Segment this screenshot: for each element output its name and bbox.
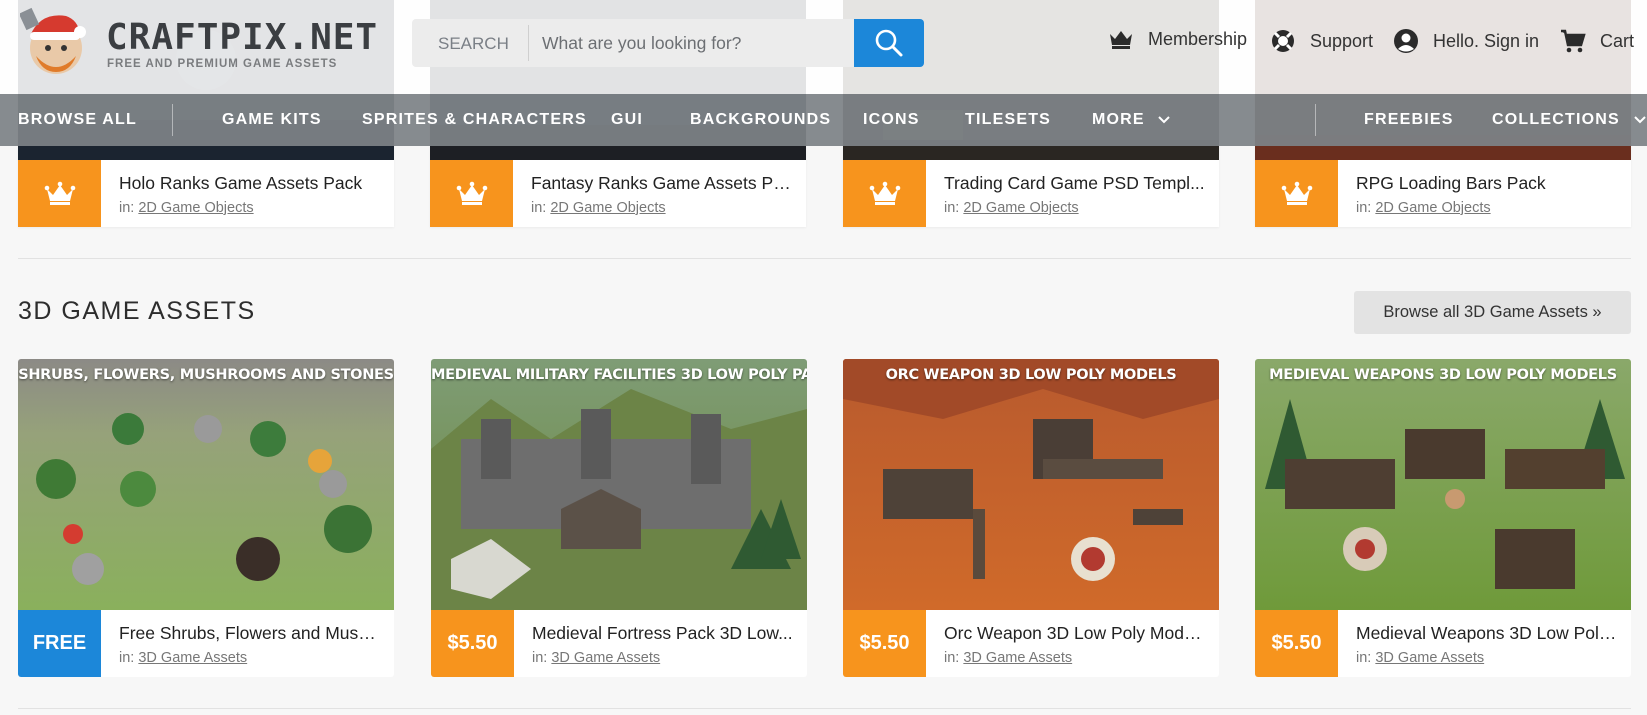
cart-icon [1560, 28, 1586, 54]
signin-label: Hello. Sign in [1433, 30, 1540, 51]
crown-icon [456, 181, 488, 207]
product-category: in: 3D Game Assets [119, 650, 248, 666]
product-thumbnail[interactable]: MEDIEVAL MILITARY FACILITIES 3D LOW POLY… [431, 359, 807, 610]
search-icon [874, 28, 904, 58]
product-title[interactable]: Holo Ranks Game Assets Pack [119, 173, 380, 194]
product-title[interactable]: Trading Card Game PSD Templ... [944, 173, 1205, 194]
premium-badge [843, 160, 926, 227]
search-label: SEARCH [438, 34, 509, 53]
nav-browse-all[interactable]: BROWSE ALL [18, 111, 137, 129]
product-card[interactable]: MEDIEVAL MILITARY FACILITIES 3D LOW POLY… [431, 359, 807, 677]
price-badge: $5.50 [1255, 610, 1338, 677]
product-title[interactable]: Medieval Fortress Pack 3D Low... [532, 623, 793, 644]
section-divider [18, 258, 1631, 259]
nav-game-kits[interactable]: GAME KITS [222, 111, 322, 129]
logo-title: CRAFTPIX.NET [106, 17, 379, 58]
product-card[interactable]: MEDIEVAL WEAPONS 3D LOW POLY MODELS $5.5… [1255, 359, 1631, 677]
cart-label: Cart [1600, 30, 1635, 51]
nav-collections[interactable]: COLLECTIONS [1492, 111, 1646, 129]
product-title[interactable]: RPG Loading Bars Pack [1356, 173, 1617, 194]
membership-label: Membership [1148, 28, 1248, 49]
section-divider [18, 708, 1631, 709]
category-link[interactable]: 2D Game Objects [1375, 200, 1490, 216]
site-logo[interactable]: CRAFTPIX.NET FREE AND PREMIUM GAME ASSET… [20, 6, 377, 76]
thumbnail-caption: MEDIEVAL WEAPONS 3D LOW POLY MODELS [1269, 367, 1617, 383]
search-bar: SEARCH [412, 19, 924, 67]
nav-tilesets[interactable]: TILESETS [965, 111, 1051, 129]
product-card[interactable]: SHRUBS, FLOWERS, MUSHROOMS AND STONES FR… [18, 359, 394, 677]
category-link[interactable]: 3D Game Assets [138, 650, 247, 666]
product-title[interactable]: Medieval Weapons 3D Low Poly... [1356, 623, 1617, 644]
nav-freebies[interactable]: FREEBIES [1364, 111, 1454, 129]
product-title[interactable]: Fantasy Ranks Game Assets Pa... [531, 173, 792, 194]
price-badge: $5.50 [431, 610, 514, 677]
nav-more[interactable]: MORE [1092, 111, 1171, 129]
crown-icon [44, 181, 76, 207]
product-title[interactable]: Free Shrubs, Flowers and Mush... [119, 623, 380, 644]
premium-badge [1255, 160, 1338, 227]
category-link[interactable]: 2D Game Objects [138, 200, 253, 216]
chevron-down-icon [1158, 116, 1171, 124]
cart-link[interactable]: Cart [1560, 28, 1634, 54]
nav-more-label: MORE [1092, 111, 1145, 128]
category-link[interactable]: 3D Game Assets [551, 650, 660, 666]
site-header: CRAFTPIX.NET FREE AND PREMIUM GAME ASSET… [0, 0, 1647, 94]
search-button[interactable] [854, 19, 924, 67]
search-divider [528, 25, 529, 61]
membership-link[interactable]: Membership [1108, 28, 1247, 50]
category-link[interactable]: 3D Game Assets [1375, 650, 1484, 666]
nav-gui[interactable]: GUI [611, 111, 643, 129]
product-category: in: 3D Game Assets [1356, 650, 1485, 666]
chevron-down-icon [1633, 116, 1646, 124]
category-link[interactable]: 3D Game Assets [963, 650, 1072, 666]
category-link[interactable]: 2D Game Objects [963, 200, 1078, 216]
nav-divider [172, 104, 173, 136]
product-card[interactable]: ORC WEAPON 3D LOW POLY MODELS $5.50 Orc … [843, 359, 1219, 677]
signin-link[interactable]: Hello. Sign in [1393, 28, 1539, 54]
category-link[interactable]: 2D Game Objects [550, 200, 665, 216]
product-category: in: 2D Game Objects [531, 200, 666, 216]
crown-icon [869, 181, 901, 207]
price-badge: FREE [18, 610, 101, 677]
product-thumbnail[interactable]: ORC WEAPON 3D LOW POLY MODELS [843, 359, 1219, 610]
browse-all-3d-button[interactable]: Browse all 3D Game Assets » [1354, 291, 1631, 334]
product-thumbnail[interactable]: SHRUBS, FLOWERS, MUSHROOMS AND STONES [18, 359, 394, 610]
product-category: in: 2D Game Objects [944, 200, 1079, 216]
thumbnail-caption: SHRUBS, FLOWERS, MUSHROOMS AND STONES [18, 367, 394, 383]
nav-sprites-characters[interactable]: SPRITES & CHARACTERS [362, 111, 587, 129]
price-badge: $5.50 [843, 610, 926, 677]
product-category: in: 2D Game Objects [119, 200, 254, 216]
support-label: Support [1310, 30, 1374, 51]
premium-badge [18, 160, 101, 227]
nav-backgrounds[interactable]: BACKGROUNDS [690, 111, 831, 129]
thumbnail-caption: ORC WEAPON 3D LOW POLY MODELS [885, 367, 1177, 383]
logo-subtitle: FREE AND PREMIUM GAME ASSETS [107, 58, 338, 70]
user-icon [1393, 28, 1419, 54]
lifebuoy-icon [1270, 28, 1296, 54]
product-title[interactable]: Orc Weapon 3D Low Poly Models [944, 623, 1205, 644]
section-title: 3D GAME ASSETS [18, 297, 256, 325]
dwarf-mascot-icon [20, 6, 90, 76]
product-category: in: 3D Game Assets [944, 650, 1073, 666]
search-input[interactable] [542, 25, 832, 61]
product-category: in: 2D Game Objects [1356, 200, 1491, 216]
premium-badge [430, 160, 513, 227]
nav-collections-label: COLLECTIONS [1492, 111, 1620, 128]
crown-icon [1281, 181, 1313, 207]
product-category: in: 3D Game Assets [532, 650, 661, 666]
crown-icon [1108, 28, 1134, 50]
thumbnail-caption: MEDIEVAL MILITARY FACILITIES 3D LOW POLY… [431, 367, 807, 383]
nav-icons[interactable]: ICONS [863, 111, 920, 129]
nav-divider [1315, 104, 1316, 136]
support-link[interactable]: Support [1270, 28, 1373, 54]
main-navbar: BROWSE ALL GAME KITS SPRITES & CHARACTER… [0, 94, 1647, 146]
product-thumbnail[interactable]: MEDIEVAL WEAPONS 3D LOW POLY MODELS [1255, 359, 1631, 610]
